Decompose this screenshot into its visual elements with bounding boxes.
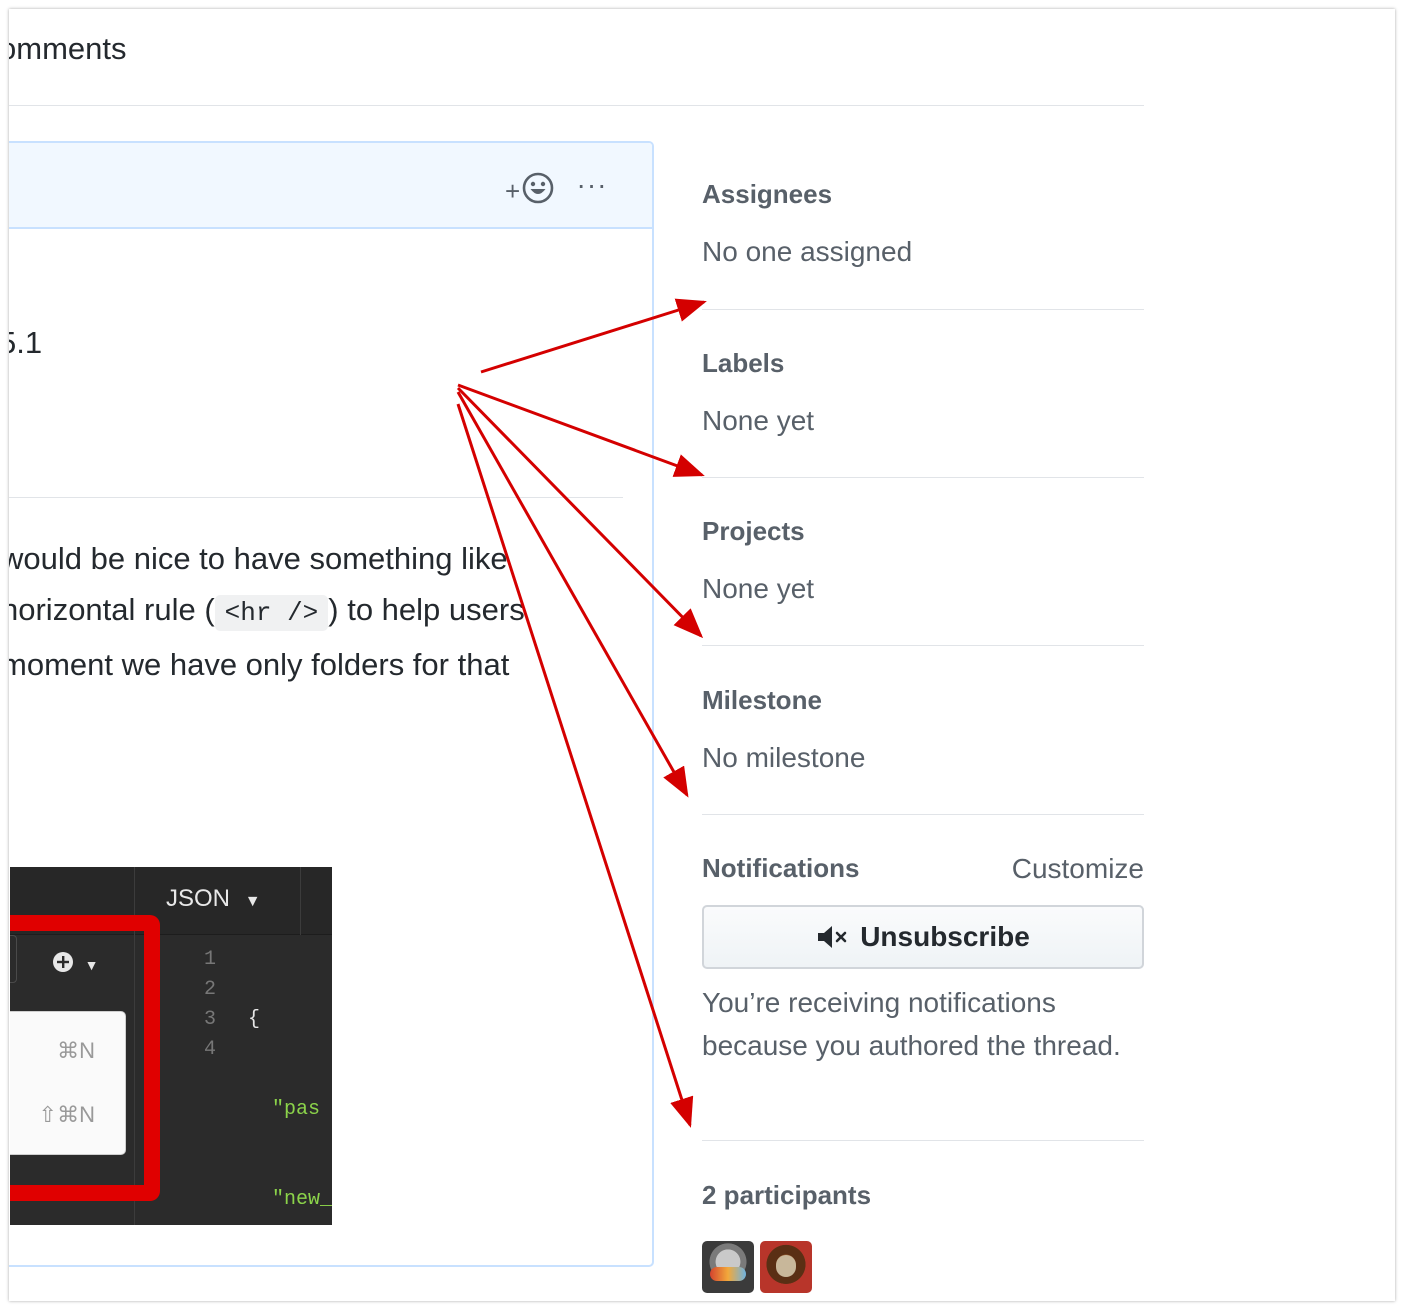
participants-heading: 2 participants (702, 1180, 872, 1210)
mute-icon (816, 924, 850, 950)
code-editor: { "pas "new_ } (248, 1008, 332, 1211)
assignees-heading[interactable]: Assignees (702, 179, 1144, 210)
projects-value: None yet (702, 573, 815, 604)
page-title: omments (9, 31, 127, 66)
format-dropdown: JSON ▼ (166, 885, 261, 912)
screenshot-divider (300, 867, 301, 935)
participants-section: 2 participants (702, 1180, 1144, 1211)
milestone-value: No milestone (702, 742, 866, 773)
add-reaction-button[interactable]: + (505, 172, 565, 211)
projects-section[interactable]: Projects None yet (702, 516, 1144, 605)
sidebar-divider (702, 814, 1144, 815)
kebab-icon: ··· (576, 169, 608, 200)
sidebar-divider (702, 309, 1144, 310)
version-text: 5.1 (9, 325, 43, 360)
smiley-icon (522, 172, 554, 211)
avatar[interactable] (760, 1241, 812, 1293)
sidebar-divider (702, 1140, 1144, 1141)
paragraph-line: horizontal rule (<hr />) to help users (9, 584, 641, 639)
notification-reason: You’re receiving notifications because y… (702, 987, 1121, 1061)
sidebar-divider (702, 645, 1144, 646)
comment-header: + ··· (9, 143, 652, 229)
labels-section[interactable]: Labels None yet (702, 348, 1144, 437)
comment-body-divider (9, 497, 623, 498)
milestone-heading[interactable]: Milestone (702, 685, 1144, 716)
header-divider (9, 105, 1144, 106)
page-frame: omments + ··· 5.1 would be nice to hav (9, 9, 1395, 1301)
avatar[interactable] (702, 1241, 754, 1293)
highlight-box (10, 915, 160, 1201)
comment-paragraph: would be nice to have something like hor… (9, 533, 641, 690)
more-options-button[interactable]: ··· (574, 169, 610, 205)
plus-icon: + (505, 175, 521, 206)
assignees-value: No one assigned (702, 236, 913, 267)
projects-heading[interactable]: Projects (702, 516, 1144, 547)
unsubscribe-button[interactable]: Unsubscribe (702, 905, 1144, 969)
labels-value: None yet (702, 405, 815, 436)
participant-avatars (702, 1241, 812, 1293)
paragraph-line: would be nice to have something like (9, 541, 508, 576)
sidebar-divider (702, 477, 1144, 478)
milestone-section[interactable]: Milestone No milestone (702, 685, 1144, 774)
caret-down-icon: ▼ (244, 893, 261, 910)
line-numbers: 1 2 3 4 (204, 948, 217, 1061)
labels-heading[interactable]: Labels (702, 348, 1144, 379)
issue-comment: + ··· 5.1 would be nice to have somethin… (9, 141, 654, 1267)
assignees-section[interactable]: Assignees No one assigned (702, 179, 1144, 268)
inline-code: <hr /> (214, 595, 329, 631)
paragraph-line: moment we have only folders for that (9, 647, 510, 682)
embedded-screenshot: JSON ▼ ▼ ⌘N ⇧⌘N 1 2 3 4 {"pas "new_ (10, 867, 332, 1225)
customize-link[interactable]: Customize (1012, 853, 1144, 885)
unsubscribe-label: Unsubscribe (860, 921, 1030, 952)
notifications-section: Notifications Customize (702, 853, 1144, 884)
